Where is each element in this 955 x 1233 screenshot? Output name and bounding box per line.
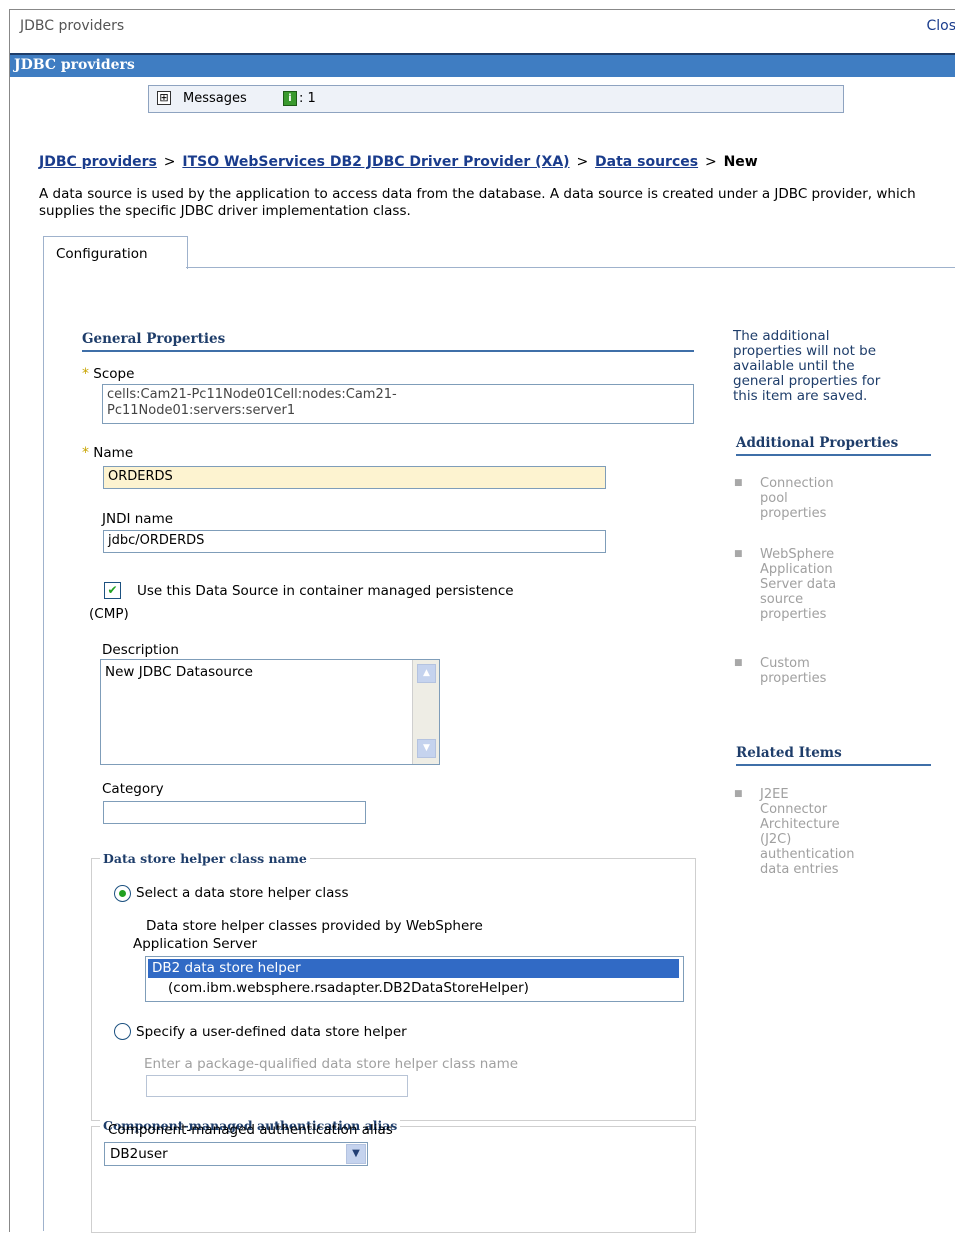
auth-alias-select[interactable]: DB2user ▼: [104, 1142, 368, 1166]
breadcrumb-provider[interactable]: ITSO WebServices DB2 JDBC Driver Provide…: [182, 154, 569, 170]
window-title: JDBC providers: [20, 18, 125, 34]
helper-listbox[interactable]: DB2 data store helper (com.ibm.websphere…: [145, 956, 684, 1002]
jndi-label: JNDI name: [102, 511, 174, 527]
list-item-classname[interactable]: (com.ibm.websphere.rsadapter.DB2DataStor…: [148, 979, 679, 998]
bullet-icon: ■: [734, 549, 743, 559]
bullet-icon: ■: [734, 478, 743, 488]
custom-helper-label: Specify a user-defined data store helper: [136, 1024, 407, 1040]
description-value: New JDBC Datasource: [105, 664, 253, 680]
provided-label: Data store helper classes provided by We…: [146, 918, 483, 934]
required-icon: *: [82, 445, 89, 461]
messages-box: ⊞ Messages i : 1: [148, 85, 844, 113]
expand-icon[interactable]: ⊞: [157, 91, 171, 105]
breadcrumb-separator: >: [576, 154, 589, 170]
list-item-selected[interactable]: DB2 data store helper: [148, 959, 679, 978]
link-line: Server data: [760, 577, 837, 592]
link-line: data entries: [760, 862, 839, 877]
link-line: (J2C): [760, 832, 792, 847]
side-note: The additional properties will not be av…: [733, 329, 933, 404]
auth-label: Component-managed authentication alias: [108, 1122, 393, 1138]
general-properties-title: General Properties: [82, 331, 694, 352]
additional-properties-title: Additional Properties: [736, 435, 931, 456]
bullet-icon: ■: [734, 789, 743, 799]
link-line: pool: [760, 491, 788, 506]
description-label: Description: [102, 642, 179, 658]
link-line: properties: [760, 506, 827, 521]
link-line: WebSphere: [760, 547, 835, 562]
link-line: Connection: [760, 476, 834, 491]
cmp-label: Use this Data Source in container manage…: [137, 583, 514, 599]
page-description: A data source is used by the application…: [39, 186, 916, 219]
link-line: Custom: [760, 656, 810, 671]
link-connection-pool: ■ Connection pool properties: [734, 476, 930, 521]
auth-alias-value: DB2user: [110, 1146, 168, 1162]
scroll-down-icon[interactable]: ▼: [417, 739, 436, 758]
info-icon: i: [283, 91, 297, 106]
name-label: Name: [93, 445, 134, 461]
scope-label-row: * Scope: [82, 366, 134, 382]
messages-label: Messages: [183, 91, 247, 106]
scope-value-line1: cells:Cam21-Pc11Node01Cell:nodes:Cam21-: [107, 387, 397, 402]
link-websphere-ds-properties: ■ WebSphere Application Server data sour…: [734, 547, 930, 622]
category-input[interactable]: [103, 801, 366, 824]
link-j2c-auth: ■ J2EE Connector Architecture (J2C) auth…: [734, 787, 930, 877]
messages-count: : 1: [299, 91, 316, 106]
breadcrumb-current: New: [723, 154, 758, 170]
breadcrumb-separator: >: [704, 154, 717, 170]
close-link[interactable]: Clos: [926, 18, 955, 34]
jndi-input[interactable]: jdbc/ORDERDS: [103, 530, 606, 553]
provided-label-cont: Application Server: [133, 936, 257, 952]
breadcrumb: JDBC providers > ITSO WebServices DB2 JD…: [39, 154, 758, 170]
side-note-line: this item are saved.: [733, 388, 868, 404]
description-scrollbar[interactable]: ▲ ▼: [412, 660, 439, 764]
cmp-label-cont: (CMP): [89, 606, 129, 622]
link-line: properties: [760, 607, 827, 622]
scope-label: Scope: [93, 366, 135, 382]
link-line: Architecture: [760, 817, 840, 832]
breadcrumb-data-sources[interactable]: Data sources: [595, 154, 698, 170]
description-textarea[interactable]: New JDBC Datasource ▲ ▼: [100, 659, 440, 765]
helper-legend: Data store helper class name: [100, 851, 310, 866]
link-line: Application: [760, 562, 833, 577]
required-icon: *: [82, 366, 89, 382]
link-line: J2EE: [760, 787, 789, 802]
link-custom-properties: ■ Custom properties: [734, 656, 930, 686]
scope-field: cells:Cam21-Pc11Node01Cell:nodes:Cam21- …: [102, 384, 694, 424]
side-note-line: general properties for: [733, 373, 881, 389]
link-line: properties: [760, 671, 827, 686]
chevron-down-icon[interactable]: ▼: [346, 1144, 366, 1164]
related-items-title: Related Items: [736, 745, 931, 766]
category-label: Category: [102, 781, 164, 797]
tab-configuration[interactable]: Configuration: [43, 236, 188, 269]
window-titlebar: JDBC providers Clos: [10, 10, 955, 40]
scroll-up-icon[interactable]: ▲: [417, 664, 436, 683]
name-input[interactable]: ORDERDS: [103, 466, 606, 489]
link-line: source: [760, 592, 804, 607]
bullet-icon: ■: [734, 658, 743, 668]
panel-title: JDBC providers: [14, 57, 135, 73]
breadcrumb-separator: >: [163, 154, 176, 170]
breadcrumb-jdbc-providers[interactable]: JDBC providers: [39, 154, 157, 170]
cmp-checkbox[interactable]: ✔: [104, 582, 121, 599]
select-helper-radio[interactable]: [114, 885, 131, 902]
name-label-row: * Name: [82, 445, 133, 461]
select-helper-label: Select a data store helper class: [136, 885, 349, 901]
side-note-line: available until the: [733, 358, 855, 374]
panel-header: JDBC providers: [10, 53, 955, 77]
side-note-line: properties will not be: [733, 343, 877, 359]
scope-value-line2: Pc11Node01:servers:server1: [107, 403, 296, 418]
tab-configuration-label: Configuration: [56, 246, 148, 262]
custom-helper-input[interactable]: [146, 1075, 408, 1097]
side-note-line: The additional: [733, 328, 830, 344]
link-line: authentication: [760, 847, 855, 862]
link-line: Connector: [760, 802, 828, 817]
custom-helper-radio[interactable]: [114, 1023, 131, 1040]
custom-helper-hint: Enter a package-qualified data store hel…: [144, 1056, 519, 1072]
